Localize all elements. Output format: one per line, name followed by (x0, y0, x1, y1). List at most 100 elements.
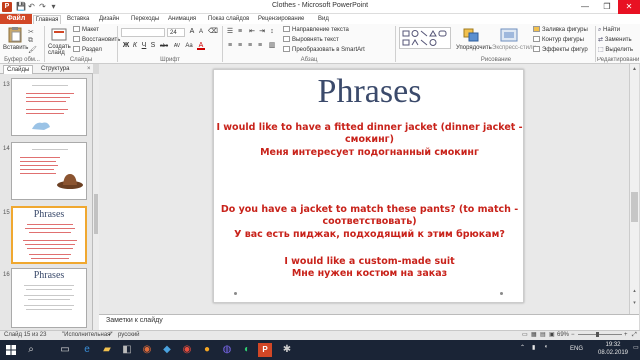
undo-icon[interactable]: ↶ (27, 2, 36, 11)
network-icon[interactable]: ▮ (532, 344, 535, 351)
slide-paragraph[interactable]: Мне нужен костюм на заказ (214, 268, 525, 280)
volume-icon[interactable]: ◖ (544, 344, 548, 350)
zoom-level[interactable]: 69% (557, 331, 569, 339)
spellcheck-icon[interactable]: ✓ (108, 331, 113, 339)
previous-slide-icon[interactable]: ▴ (631, 288, 638, 296)
search-icon[interactable]: ⌕ (24, 343, 38, 357)
quick-styles-icon[interactable] (500, 27, 518, 43)
slide-sorter-icon[interactable]: ▦ (531, 331, 537, 339)
tab-review[interactable]: Рецензирование (258, 15, 304, 24)
edge-icon[interactable]: e (80, 343, 94, 357)
reset-button[interactable]: Восстановить (73, 36, 120, 44)
format-painter-icon[interactable]: 🖌 (28, 46, 37, 54)
tab-view[interactable]: Вид (318, 15, 329, 24)
normal-view-icon[interactable]: ▭ (522, 331, 528, 339)
powerpoint-taskbar-icon[interactable]: P (258, 343, 272, 357)
tray-chevron-icon[interactable]: ⌃ (520, 344, 525, 351)
bold-button[interactable]: Ж (122, 42, 130, 50)
zoom-in-icon[interactable]: + (624, 331, 628, 339)
close-pane-icon[interactable]: × (84, 65, 94, 74)
slide-paragraph[interactable]: I would like a custom-made suit (214, 256, 525, 268)
slide-title[interactable]: Phrases (214, 73, 525, 111)
copy-icon[interactable]: ⧉ (28, 37, 36, 45)
vertical-scrollbar[interactable]: ▲ ▴ ▾ (629, 64, 639, 314)
arrange-button[interactable]: Упорядочить (456, 44, 492, 52)
slide-paragraph[interactable]: У вас есть пиджак, подходящий к этим брю… (214, 229, 525, 241)
align-text-button[interactable]: Выровнять текст (283, 36, 339, 44)
browser-icon[interactable]: ◉ (140, 343, 154, 357)
shrink-font-icon[interactable]: A (197, 28, 205, 36)
notes-placeholder[interactable]: Заметки к слайду (106, 317, 163, 324)
task-view-icon[interactable]: ▭ (58, 343, 72, 357)
app-icon[interactable]: ● (200, 343, 214, 357)
strikethrough-button[interactable]: abc (158, 42, 170, 50)
quick-styles-button[interactable]: Экспресс-стили (492, 44, 536, 52)
select-button[interactable]: ⬚ Выделить (598, 46, 633, 54)
slide-thumbnail-selected[interactable]: Phrases (11, 206, 87, 264)
notifications-icon[interactable]: ▭ (633, 344, 639, 351)
notes-pane[interactable] (99, 314, 639, 330)
language-indicator[interactable]: русский (118, 331, 140, 339)
font-color-button[interactable]: A (197, 42, 205, 50)
shapes-gallery[interactable] (399, 27, 451, 49)
app-icon[interactable]: ◐ (240, 343, 254, 357)
fit-to-window-icon[interactable]: ⤢ (632, 331, 637, 339)
reading-view-icon[interactable]: ▤ (540, 331, 546, 339)
tab-insert[interactable]: Вставка (67, 15, 89, 24)
tab-file[interactable]: Файл (0, 14, 32, 24)
character-spacing-button[interactable]: AV (172, 42, 182, 50)
italic-button[interactable]: К (131, 42, 139, 50)
app-icon[interactable]: ✱ (280, 343, 294, 357)
start-icon[interactable] (4, 343, 18, 357)
maximize-button[interactable]: ❐ (596, 0, 618, 14)
app-icon[interactable]: ◆ (160, 343, 174, 357)
find-button[interactable]: ⌕ Найти (598, 26, 620, 34)
slide-thumbnail[interactable] (11, 78, 87, 136)
minimize-button[interactable]: — (574, 0, 596, 14)
decrease-indent-icon[interactable]: ⇤ (248, 28, 256, 36)
change-case-button[interactable]: Aa (184, 42, 194, 50)
file-explorer-icon[interactable]: ▰ (100, 343, 114, 357)
grow-font-icon[interactable]: A (188, 28, 196, 36)
shape-effects-button[interactable]: Эффекты фигур (533, 46, 588, 54)
store-icon[interactable]: ◧ (120, 343, 134, 357)
app-icon[interactable]: ◉ (180, 343, 194, 357)
align-right-icon[interactable]: ≡ (246, 42, 254, 50)
keyboard-language[interactable]: ENG (570, 346, 583, 352)
layout-button[interactable]: Макет (73, 26, 99, 34)
scrollbar-thumb[interactable] (94, 194, 98, 234)
clock-time[interactable]: 19:32 (598, 342, 628, 348)
shape-fill-button[interactable]: Заливка фигуры (533, 26, 588, 34)
slide-paragraph[interactable]: I would like to have a fitted dinner jac… (214, 122, 525, 146)
scrollbar-thumb[interactable] (631, 192, 638, 222)
slide-paragraph[interactable]: Do you have a jacket to match these pant… (214, 204, 525, 228)
current-slide[interactable]: Phrases I would like to have a fitted di… (213, 69, 524, 303)
paste-button[interactable]: Вставить (3, 44, 28, 52)
tab-design[interactable]: Дизайн (99, 15, 119, 24)
slide-thumbnail[interactable] (11, 142, 87, 200)
tab-transitions[interactable]: Переходы (131, 15, 159, 24)
slide-thumbnail[interactable]: Phrases (11, 268, 87, 328)
close-button[interactable]: ✕ (618, 0, 640, 14)
paste-icon[interactable] (6, 27, 24, 43)
justify-icon[interactable]: ≡ (256, 42, 264, 50)
powerpoint-app-icon[interactable]: P (2, 2, 12, 12)
zoom-slider-handle[interactable] (596, 332, 599, 337)
font-name-dropdown[interactable] (121, 28, 165, 37)
section-button[interactable]: Раздел (73, 46, 102, 54)
tab-slides[interactable]: Слайды (3, 65, 34, 74)
next-slide-icon[interactable]: ▾ (631, 300, 638, 308)
numbering-icon[interactable]: ≡ (236, 28, 244, 36)
clock-date[interactable]: 08.02.2019 (593, 350, 633, 356)
underline-button[interactable]: Ч (140, 42, 148, 50)
app-icon[interactable]: ◍ (220, 343, 234, 357)
tab-slideshow[interactable]: Показ слайдов (208, 15, 249, 24)
customize-toolbar-icon[interactable]: ▾ (49, 2, 58, 11)
replace-button[interactable]: ⇄ Заменить (598, 36, 632, 44)
cut-icon[interactable]: ✂ (28, 28, 36, 36)
theme-name[interactable]: "Исполнительная" (62, 331, 113, 339)
shape-outline-button[interactable]: Контур фигуры (533, 36, 584, 44)
tab-outline[interactable]: Структура (38, 65, 72, 74)
slideshow-icon[interactable]: ▣ (549, 331, 555, 339)
tab-animation[interactable]: Анимация (168, 15, 196, 24)
